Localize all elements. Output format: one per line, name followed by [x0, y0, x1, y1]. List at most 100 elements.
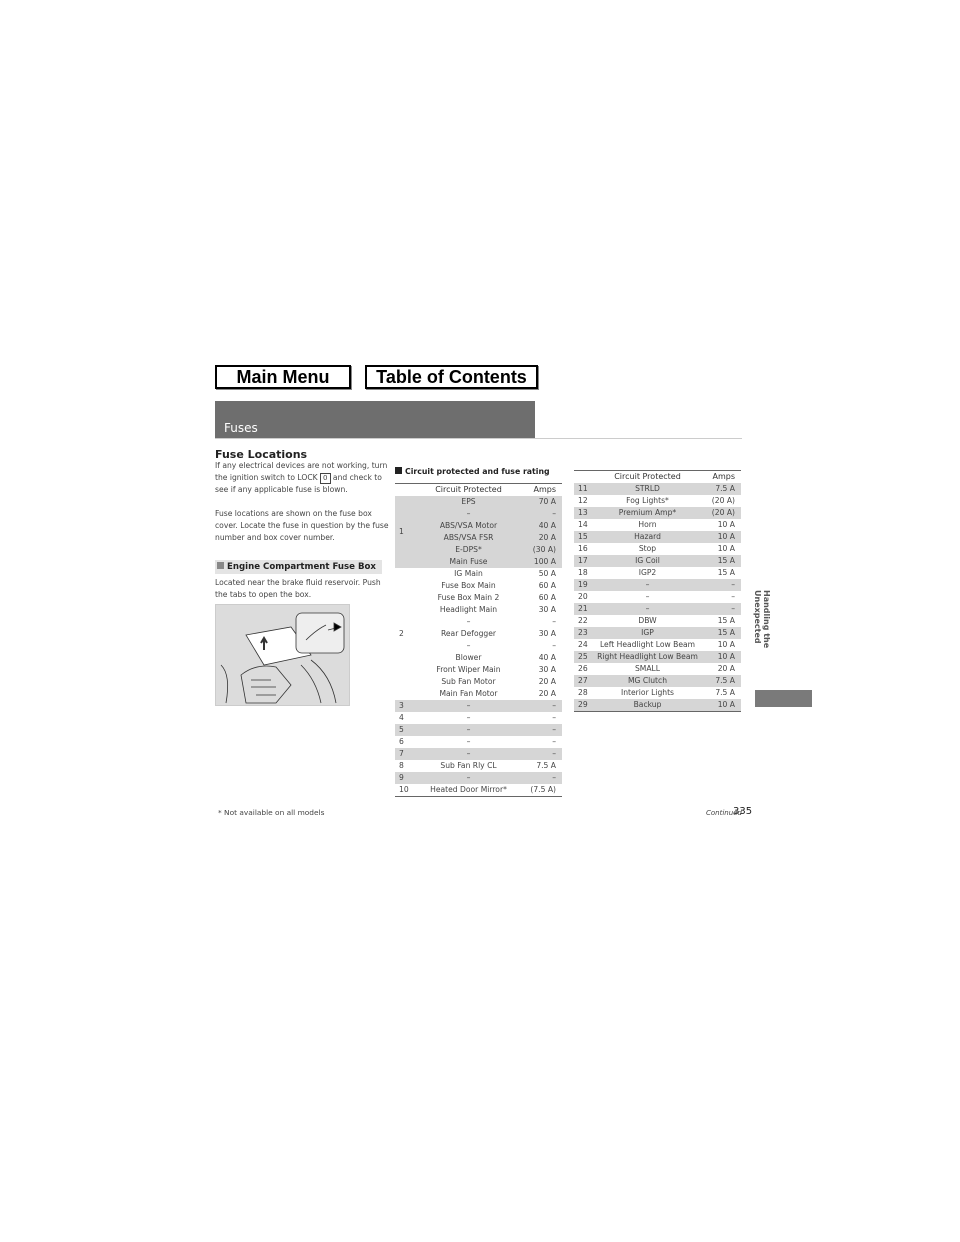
table-row: 24 Left Headlight Low Beam 10 A — [574, 639, 741, 651]
table-row: Fuse Box Main 60 A — [395, 580, 562, 592]
fuse-number: 26 — [578, 664, 588, 673]
amps-value: 60 A — [538, 593, 556, 602]
amps-value: 10 A — [717, 652, 735, 661]
circuit-name: – — [466, 773, 471, 782]
subheading-text: Engine Compartment Fuse Box — [227, 562, 376, 572]
table-title-text: Circuit protected and fuse rating — [405, 467, 550, 476]
circuit-name: Sub Fan Rly CL — [440, 761, 497, 770]
main-menu-button[interactable]: Main Menu — [215, 365, 351, 389]
fuse-number: 10 — [399, 785, 409, 794]
circuit-name: Hazard — [634, 532, 661, 541]
fuse-table-right: Circuit Protected Amps 11 STRLD 7.5 A 12 Fog … — [574, 470, 741, 712]
amps-value: 7.5 A — [715, 688, 735, 697]
table-row: 4 – – — [395, 712, 562, 724]
table-row: Rear Defogger 30 A — [395, 628, 562, 640]
table-row: – – — [395, 508, 562, 520]
circuit-name: Horn — [638, 520, 657, 529]
table-row: ABS/VSA Motor 40 A — [395, 520, 562, 532]
circuit-name: – — [466, 713, 471, 722]
amps-value: (20 A) — [711, 508, 735, 517]
circuit-name: IGP2 — [638, 568, 657, 577]
amps-value: (7.5 A) — [530, 785, 556, 794]
table-row: 1 EPS 70 A — [395, 496, 562, 536]
square-bullet-icon — [395, 467, 402, 474]
amps-value: 15 A — [717, 628, 735, 637]
amps-value: 40 A — [538, 521, 556, 530]
table-row: 19 – – — [574, 579, 741, 591]
fuse-location-paragraph: Fuse locations are shown on the fuse box… — [215, 509, 389, 542]
table-row: 18 IGP2 15 A — [574, 567, 741, 579]
amps-value: 15 A — [717, 616, 735, 625]
table-row: Main Fuse 100 A — [395, 556, 562, 568]
location-paragraph: Located near the brake fluid reservoir. … — [215, 578, 381, 599]
circuit-name: – — [466, 737, 471, 746]
table-row: 20 – – — [574, 591, 741, 603]
table-row: 8 Sub Fan Rly CL 7.5 A — [395, 760, 562, 772]
fuse-number: 1 — [399, 527, 404, 536]
table-row: 7 – – — [395, 748, 562, 760]
fuse-number: 5 — [399, 725, 404, 734]
table-row: 21 – – — [574, 603, 741, 615]
fuse-number: 22 — [578, 616, 588, 625]
amps-value: – — [552, 725, 556, 734]
amps-value: 7.5 A — [715, 676, 735, 685]
circuit-name: EPS — [461, 497, 476, 506]
amps-value: – — [552, 737, 556, 746]
fuse-table-left: Circuit Protected Amps 1 EPS 70 A – – ABS/VSA … — [395, 483, 562, 797]
column-header-circuit: Circuit Protected — [614, 472, 681, 481]
circuit-name: Fuse Box Main — [441, 581, 496, 590]
fuse-number: 11 — [578, 484, 588, 493]
table-row: 10 Heated Door Mirror* (7.5 A) — [395, 784, 562, 797]
fuse-number: 27 — [578, 676, 588, 685]
amps-value: (20 A) — [711, 496, 735, 505]
amps-value: 100 A — [533, 557, 556, 566]
table-row: 14 Horn 10 A — [574, 519, 741, 531]
table-row: 5 – – — [395, 724, 562, 736]
circuit-name: – — [645, 592, 650, 601]
fuse-number: 29 — [578, 700, 588, 709]
fuse-number: 14 — [578, 520, 588, 529]
amps-value: 30 A — [538, 665, 556, 674]
table-row: Front Wiper Main 30 A — [395, 664, 562, 676]
amps-value: 20 A — [538, 533, 556, 542]
amps-value: – — [552, 713, 556, 722]
amps-value: 30 A — [538, 629, 556, 638]
amps-value: – — [552, 509, 556, 518]
column-header-circuit: Circuit Protected — [435, 485, 502, 494]
amps-value: – — [552, 773, 556, 782]
square-bullet-icon — [217, 562, 224, 569]
amps-value: 50 A — [538, 569, 556, 578]
amps-value: 20 A — [538, 689, 556, 698]
table-row: 6 – – — [395, 736, 562, 748]
circuit-name: IG Main — [454, 569, 483, 578]
circuit-name: – — [466, 725, 471, 734]
amps-value: 15 A — [717, 568, 735, 577]
fuse-number: 24 — [578, 640, 588, 649]
fuse-number: 19 — [578, 580, 588, 589]
amps-value: 40 A — [538, 653, 556, 662]
fuse-box-illustration — [215, 604, 350, 706]
fuse-number: 28 — [578, 688, 588, 697]
table-row: Fuse Box Main 2 60 A — [395, 592, 562, 604]
circuit-name: – — [466, 749, 471, 758]
table-of-contents-button[interactable]: Table of Contents — [365, 365, 538, 389]
table-row: – – — [395, 616, 562, 628]
table-row: 13 Premium Amp* (20 A) — [574, 507, 741, 519]
circuit-name: – — [645, 580, 650, 589]
circuit-name: – — [466, 701, 471, 710]
circuit-name: Headlight Main — [439, 605, 498, 614]
amps-value: – — [731, 604, 735, 613]
circuit-name: Fuse Box Main 2 — [437, 593, 500, 602]
table-row: 25 Right Headlight Low Beam 10 A — [574, 651, 741, 663]
amps-value: 10 A — [717, 532, 735, 541]
fuse-number: 15 — [578, 532, 588, 541]
fuse-number: 20 — [578, 592, 588, 601]
fuse-number: 12 — [578, 496, 588, 505]
circuit-name: – — [466, 617, 471, 626]
circuit-name: Main Fuse — [449, 557, 488, 566]
fuse-number: 9 — [399, 773, 404, 782]
fuse-number: 3 — [399, 701, 404, 710]
chapter-side-tab[interactable] — [755, 690, 812, 707]
manual-page: Main Menu Table of Contents Fuses Fuse L… — [0, 0, 960, 1242]
table-row: E-DPS* (30 A) — [395, 544, 562, 556]
